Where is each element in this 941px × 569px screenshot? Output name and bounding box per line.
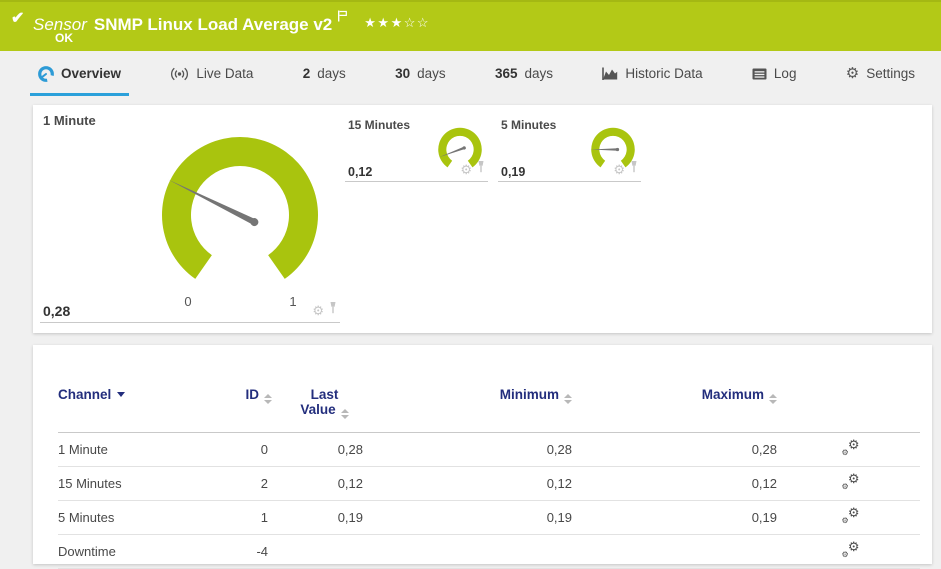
gauge-icon bbox=[38, 65, 54, 82]
status-check-icon: ✔ bbox=[11, 10, 25, 27]
col-header-minimum[interactable]: Minimum bbox=[375, 345, 576, 433]
channel-minimum: 0,28 bbox=[375, 432, 576, 467]
gauges-panel: 1 Minute 0 1 0,28 ⚙ 15 Minutes 0,12 ⚙ 5 … bbox=[33, 105, 932, 333]
tab-30-days[interactable]: 30 days bbox=[387, 51, 454, 96]
sensor-status-banner: ✔ Sensor SNMP Linux Load Average v2 ★★★☆☆ … bbox=[0, 0, 941, 51]
channel-minimum bbox=[375, 534, 576, 569]
tab-label: Overview bbox=[61, 66, 122, 81]
tab-number: 30 bbox=[395, 66, 411, 81]
channel-maximum: 0,12 bbox=[576, 466, 781, 501]
tab-label: Settings bbox=[866, 66, 915, 81]
priority-stars[interactable]: ★★★☆☆ bbox=[364, 15, 430, 30]
sensor-title: SNMP Linux Load Average v2 bbox=[93, 15, 333, 34]
channel-name: 15 Minutes bbox=[58, 466, 234, 501]
sort-icon bbox=[264, 394, 272, 404]
gauge-panel-5-minutes: 5 Minutes 0,19 ⚙ bbox=[498, 118, 641, 182]
channel-id: 2 bbox=[234, 466, 274, 501]
gauge-chart-1-minute bbox=[162, 137, 319, 279]
gauge-panel-15-minutes: 15 Minutes 0,12 ⚙ bbox=[345, 118, 488, 182]
channel-id: 0 bbox=[234, 432, 274, 467]
tab-2-days[interactable]: 2 days bbox=[295, 51, 354, 96]
gauge-value: 0,28 bbox=[43, 303, 71, 319]
status-badge: OK bbox=[55, 31, 73, 45]
gauge-scale-min: 0 bbox=[184, 294, 192, 309]
table-row-15-minutes[interactable]: 15 Minutes 2 0,12 0,12 0,12 ⚙ ⚙ bbox=[58, 466, 920, 501]
channel-maximum: 0,19 bbox=[576, 500, 781, 535]
channel-settings-icon[interactable]: ⚙ ⚙ bbox=[842, 438, 860, 457]
channel-last-value: 0,19 bbox=[274, 500, 375, 535]
flag-icon[interactable] bbox=[337, 7, 348, 26]
pin-icon[interactable] bbox=[328, 301, 338, 319]
gauge-title: 5 Minutes bbox=[501, 118, 557, 132]
gauge-value: 0,12 bbox=[348, 165, 373, 179]
col-header-last-value[interactable]: Last Value bbox=[274, 345, 375, 433]
channel-id: -4 bbox=[234, 534, 274, 569]
channel-last-value bbox=[274, 534, 375, 569]
gauge-settings-icon[interactable]: ⚙ bbox=[613, 163, 625, 176]
table-header-row: Channel ID Last Value Minimum Maximum bbox=[58, 345, 920, 433]
tab-number: 2 bbox=[302, 66, 311, 81]
tab-bar: Overview Live Data 2 days 30 days 365 da… bbox=[0, 51, 941, 96]
tab-overview[interactable]: Overview bbox=[30, 51, 130, 96]
gear-icon: ⚙ bbox=[845, 65, 860, 82]
tab-365-days[interactable]: 365 days bbox=[487, 51, 561, 96]
channels-table: Channel ID Last Value Minimum Maximum 1 … bbox=[58, 345, 920, 569]
channel-settings-icon[interactable]: ⚙ ⚙ bbox=[842, 506, 860, 525]
gauge-scale-max: 1 bbox=[289, 294, 297, 309]
channel-last-value: 0,12 bbox=[274, 466, 375, 501]
area-chart-icon bbox=[602, 67, 618, 81]
tab-label: Log bbox=[773, 66, 797, 81]
broadcast-icon bbox=[170, 67, 189, 81]
gauge-title: 1 Minute bbox=[43, 113, 96, 128]
gauge-title: 15 Minutes bbox=[348, 118, 411, 132]
channel-name: 5 Minutes bbox=[58, 500, 234, 535]
channel-name: Downtime bbox=[58, 534, 234, 569]
gauge-panel-1-minute: 1 Minute 0 1 0,28 ⚙ bbox=[40, 113, 340, 323]
tab-number: 365 bbox=[494, 66, 518, 81]
col-header-maximum[interactable]: Maximum bbox=[576, 345, 781, 433]
sort-icon bbox=[564, 394, 572, 404]
table-row-downtime[interactable]: Downtime -4 ⚙ ⚙ bbox=[58, 534, 920, 569]
channel-maximum: 0,28 bbox=[576, 432, 781, 467]
tab-label: days bbox=[417, 66, 446, 81]
tab-label: Live Data bbox=[196, 66, 254, 81]
pin-icon[interactable] bbox=[476, 160, 486, 178]
sort-icon bbox=[769, 394, 777, 404]
channel-minimum: 0,19 bbox=[375, 500, 576, 535]
tab-label: days bbox=[524, 66, 554, 81]
gauge-settings-icon[interactable]: ⚙ bbox=[312, 304, 324, 317]
sort-icon bbox=[340, 409, 349, 419]
col-header-id[interactable]: ID bbox=[234, 345, 274, 433]
gauge-value: 0,19 bbox=[501, 165, 526, 179]
table-row-1-minute[interactable]: 1 Minute 0 0,28 0,28 0,28 ⚙ ⚙ bbox=[58, 432, 920, 467]
channel-minimum: 0,12 bbox=[375, 466, 576, 501]
channels-table-panel: Channel ID Last Value Minimum Maximum 1 … bbox=[33, 345, 932, 569]
tab-log[interactable]: Log bbox=[744, 51, 805, 96]
tab-label: days bbox=[317, 66, 346, 81]
tab-settings[interactable]: ⚙ Settings bbox=[838, 51, 923, 96]
tab-label: Historic Data bbox=[625, 66, 703, 81]
col-header-channel[interactable]: Channel bbox=[58, 345, 234, 433]
channel-id: 1 bbox=[234, 500, 274, 535]
sort-desc-icon bbox=[117, 392, 126, 397]
channel-name: 1 Minute bbox=[58, 432, 234, 467]
pin-icon[interactable] bbox=[629, 160, 639, 178]
table-row-5-minutes[interactable]: 5 Minutes 1 0,19 0,19 0,19 ⚙ ⚙ bbox=[58, 500, 920, 535]
log-icon bbox=[752, 68, 767, 80]
channel-last-value: 0,28 bbox=[274, 432, 375, 467]
col-header-actions bbox=[781, 345, 920, 433]
channel-maximum bbox=[576, 534, 781, 569]
channel-settings-icon[interactable]: ⚙ ⚙ bbox=[842, 472, 860, 491]
tab-live-data[interactable]: Live Data bbox=[162, 51, 261, 96]
gauge-settings-icon[interactable]: ⚙ bbox=[460, 163, 472, 176]
tab-historic-data[interactable]: Historic Data bbox=[594, 51, 710, 96]
channel-settings-icon[interactable]: ⚙ ⚙ bbox=[842, 540, 860, 559]
